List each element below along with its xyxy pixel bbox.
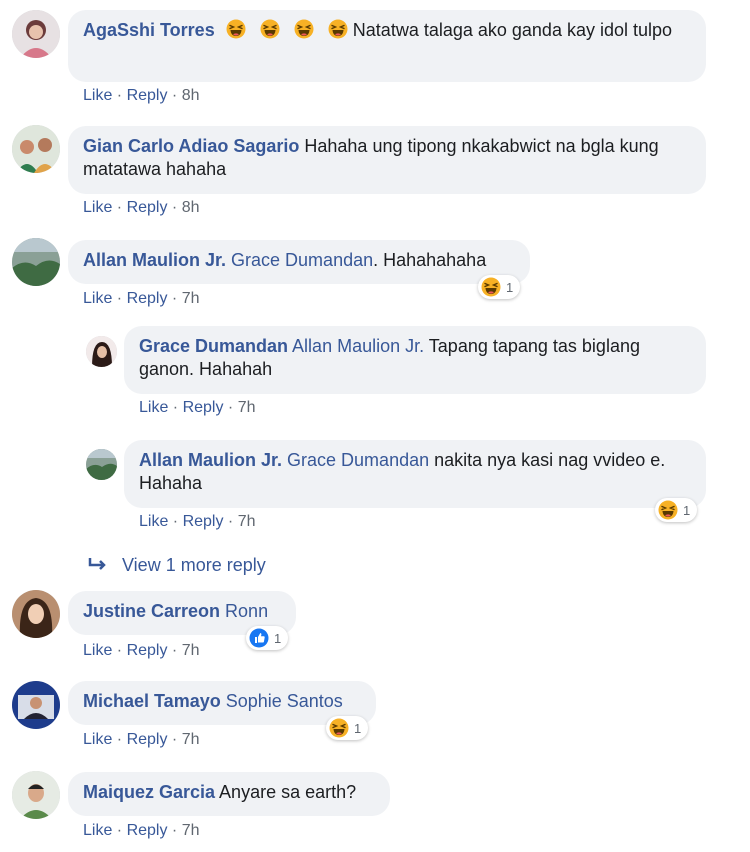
comment-author[interactable]: AgaSshi Torres [83,20,215,40]
avatar[interactable] [12,10,60,58]
like-link[interactable]: Like [83,199,112,216]
like-link[interactable]: Like [83,642,112,659]
comment-bubble: Maiquez Garcia Anyare sa earth? [68,772,390,816]
timestamp[interactable]: 8h [182,199,200,216]
comment-author[interactable]: Allan Maulion Jr. [83,250,226,270]
comment-author[interactable]: Justine Carreon [83,601,220,621]
joy-emoji-icon [294,19,314,39]
reply-link[interactable]: Reply [183,513,224,530]
comment-actions: Like · Reply · 7h [83,642,200,659]
comment-author[interactable]: Maiquez Garcia [83,782,215,802]
comment-bubble: Gian Carlo Adiao Sagario Hahaha ung tipo… [68,126,706,194]
reaction-badge[interactable]: 1 [326,716,369,740]
reply-link[interactable]: Reply [127,199,168,216]
comment-bubble: Allan Maulion Jr. Grace Dumandan nakita … [124,440,706,508]
rofl-emoji-icon [226,19,246,39]
like-link[interactable]: Like [83,87,112,104]
comment-text: Natatwa talaga ako ganda kay idol tulpo [352,20,673,40]
joy-emoji-icon [328,19,348,39]
timestamp[interactable]: 7h [238,399,256,416]
reply-link[interactable]: Reply [127,87,168,104]
comment-actions: Like · Reply · 7h [139,513,256,530]
reaction-count: 1 [506,279,514,295]
haha-icon [329,718,349,738]
mention-link[interactable]: Grace Dumandan [282,450,429,470]
reply-link[interactable]: Reply [127,731,168,748]
reply-link[interactable]: Reply [127,822,168,839]
reaction-count: 1 [354,720,362,736]
avatar[interactable] [12,590,60,638]
comment-bubble: Allan Maulion Jr. Grace Dumandan. Hahaha… [68,240,530,284]
reaction-badge[interactable]: 1 [478,275,521,299]
reply-link[interactable]: Reply [127,642,168,659]
comment-actions: Like · Reply · 7h [139,399,256,416]
comment-actions: Like · Reply · 7h [83,290,200,307]
reply-arrow-icon [88,555,108,576]
mention-link[interactable]: Sophie Santos [221,691,343,711]
avatar[interactable] [12,681,60,729]
reply-link[interactable]: Reply [183,399,224,416]
timestamp[interactable]: 8h [182,87,200,104]
reaction-badge[interactable]: 1 [246,626,289,650]
timestamp[interactable]: 7h [238,513,256,530]
avatar[interactable] [86,336,117,367]
comment-author[interactable]: Grace Dumandan [139,336,288,356]
timestamp[interactable]: 7h [182,822,200,839]
comment-author[interactable]: Gian Carlo Adiao Sagario [83,136,299,156]
avatar[interactable] [12,125,60,173]
comment-actions: Like · Reply · 7h [83,822,200,839]
comment-author[interactable]: Michael Tamayo [83,691,221,711]
rofl-emoji-icon [260,19,280,39]
comment-text: . Hahahahaha [373,250,487,270]
like-link[interactable]: Like [139,399,168,416]
comment-bubble: AgaSshi Torres Natatwa talaga ako ganda … [68,10,706,82]
like-link[interactable]: Like [83,822,112,839]
comment-actions: Like · Reply · 8h [83,199,200,216]
comment-actions: Like · Reply · 8h [83,87,200,104]
mention-link[interactable]: Allan Maulion Jr. [288,336,424,356]
reply-link[interactable]: Reply [127,290,168,307]
timestamp[interactable]: 7h [182,731,200,748]
comment-text: Anyare sa earth? [215,782,357,802]
like-link[interactable]: Like [83,731,112,748]
comment-actions: Like · Reply · 7h [83,731,200,748]
haha-icon [481,277,501,297]
timestamp[interactable]: 7h [182,290,200,307]
like-link[interactable]: Like [83,290,112,307]
mention-link[interactable]: Grace Dumandan [226,250,373,270]
comment-author[interactable]: Allan Maulion Jr. [139,450,282,470]
like-icon [249,628,269,648]
mention-link[interactable]: Ronn [220,601,268,621]
avatar[interactable] [12,238,60,286]
view-more-label: View 1 more reply [122,555,266,575]
reaction-badge[interactable]: 1 [655,498,698,522]
view-more-replies-link[interactable]: View 1 more reply [88,555,266,576]
reaction-count: 1 [683,502,691,518]
timestamp[interactable]: 7h [182,642,200,659]
avatar[interactable] [12,771,60,819]
comment-bubble: Grace Dumandan Allan Maulion Jr. Tapang … [124,326,706,394]
avatar[interactable] [86,449,117,480]
haha-icon [658,500,678,520]
like-link[interactable]: Like [139,513,168,530]
reaction-count: 1 [274,630,282,646]
